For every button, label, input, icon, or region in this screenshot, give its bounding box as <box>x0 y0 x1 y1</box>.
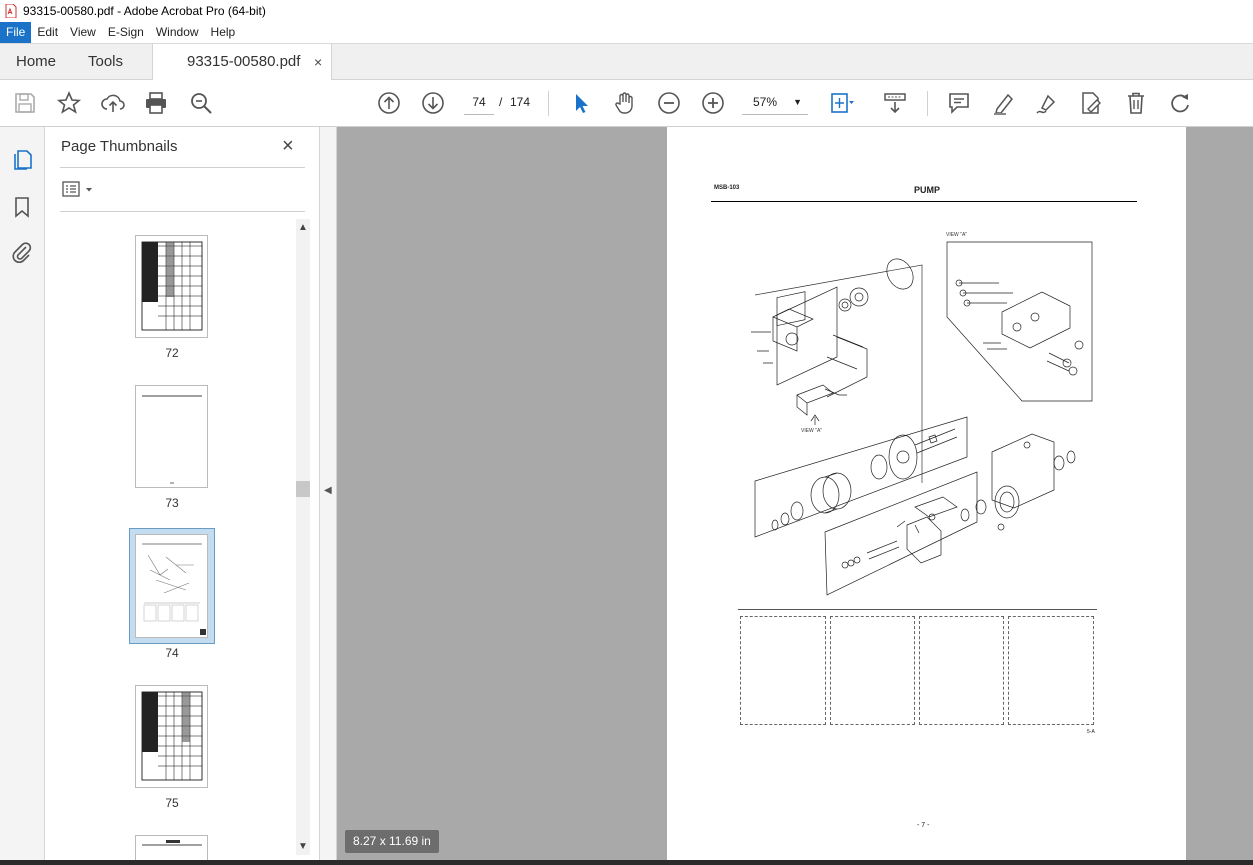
highlight-pen-icon[interactable] <box>991 90 1017 116</box>
thumbnail-label: 75 <box>165 796 179 810</box>
pdf-page: MSB-103 PUMP VIEW "A" VIEW "A" 5-A - 7 - <box>667 127 1186 860</box>
zoom-in-icon[interactable] <box>700 90 726 116</box>
fit-page-icon[interactable] <box>828 90 854 116</box>
rotate-icon[interactable] <box>1167 90 1193 116</box>
attachment-paperclip-icon[interactable] <box>10 240 34 264</box>
scrollbar-thumb[interactable] <box>296 481 310 497</box>
tab-document-label: 93315-00580.pdf <box>187 53 301 70</box>
delete-trash-icon[interactable] <box>1123 90 1149 116</box>
thumbnail-label: 74 <box>165 646 179 660</box>
print-icon[interactable] <box>143 90 169 116</box>
zoom-out-icon[interactable] <box>656 90 682 116</box>
page-number-input[interactable]: 74 <box>464 90 494 115</box>
zoom-select[interactable]: 57% ▼ <box>742 90 808 115</box>
select-cursor-icon[interactable] <box>568 90 594 116</box>
thumbnail-label: 73 <box>165 496 179 510</box>
pdf-app-icon <box>5 3 17 19</box>
taskbar-edge <box>0 860 1253 865</box>
toolbar-divider <box>927 91 928 116</box>
tab-bar: Home Tools 93315-00580.pdf × <box>0 43 1253 81</box>
page-separator: / <box>499 95 503 109</box>
zoom-value: 57% <box>753 95 778 109</box>
tab-home[interactable]: Home <box>16 44 56 80</box>
page-thumbnails-icon[interactable] <box>10 148 34 172</box>
parts-table-cell <box>830 616 915 725</box>
parts-table-rule <box>738 609 1097 610</box>
panel-close-button[interactable]: × <box>282 135 294 158</box>
toolbar-divider <box>548 91 549 116</box>
menu-edit[interactable]: Edit <box>31 22 64 43</box>
bookmark-icon[interactable] <box>10 195 34 219</box>
menu-help[interactable]: Help <box>205 22 242 43</box>
star-icon[interactable] <box>56 90 82 116</box>
thumbnail-label: 72 <box>165 346 179 360</box>
comment-icon[interactable] <box>946 90 972 116</box>
thumbnail-page-75[interactable] <box>135 685 208 788</box>
thumbnail-page-73[interactable] <box>135 385 208 488</box>
thumbnail-options-menu[interactable] <box>62 180 98 200</box>
parts-table-cell <box>1008 616 1094 725</box>
page-total: 174 <box>510 95 531 109</box>
edit-pdf-icon[interactable] <box>1078 90 1104 116</box>
scroll-mode-icon[interactable] <box>882 90 908 116</box>
menu-window[interactable]: Window <box>150 22 205 43</box>
parts-table-cell <box>919 616 1004 725</box>
menu-esign[interactable]: E-Sign <box>102 22 150 43</box>
sign-pen-icon[interactable] <box>1034 90 1060 116</box>
thumbnail-page-partial[interactable] <box>135 835 208 860</box>
previous-page-icon[interactable] <box>376 90 402 116</box>
exploded-pump-diagram: VIEW "A" VIEW "A" <box>751 232 1093 596</box>
menu-view[interactable]: View <box>64 22 102 43</box>
collapse-arrow-icon: ◀ <box>324 485 332 496</box>
view-a-label-bottom: VIEW "A" <box>801 428 822 434</box>
window-title: 93315-00580.pdf - Adobe Acrobat Pro (64-… <box>23 4 266 18</box>
save-icon[interactable] <box>12 90 38 116</box>
panel-title: Page Thumbnails <box>61 138 178 155</box>
thumbnail-scrollbar[interactable]: ▲ ▼ <box>296 219 310 855</box>
thumbnails-panel: Page Thumbnails × 72 73 74 75 ▲ ▼ <box>45 127 320 860</box>
panel-collapse-handle[interactable]: ◀ <box>320 127 337 860</box>
thumbnail-page-74[interactable] <box>135 534 208 638</box>
parts-table-cell <box>740 616 826 725</box>
divider <box>60 211 305 212</box>
thumbnail-page-72[interactable] <box>135 235 208 338</box>
divider <box>60 167 305 168</box>
view-a-label-top: VIEW "A" <box>946 232 967 238</box>
hand-tool-icon[interactable] <box>612 90 638 116</box>
menu-bar: File Edit View E-Sign Window Help <box>0 22 1253 43</box>
menu-file[interactable]: File <box>0 22 32 43</box>
upload-cloud-icon[interactable] <box>100 90 126 116</box>
tab-tools[interactable]: Tools <box>88 44 123 80</box>
next-page-icon[interactable] <box>420 90 446 116</box>
scroll-up-icon[interactable]: ▲ <box>298 222 308 233</box>
left-rail <box>0 127 45 860</box>
page-reference: 5-A <box>1087 729 1095 735</box>
title-bar: 93315-00580.pdf - Adobe Acrobat Pro (64-… <box>0 0 1253 22</box>
tab-close-button[interactable]: × <box>314 44 322 80</box>
scroll-down-icon[interactable]: ▼ <box>298 841 308 852</box>
zoom-search-icon[interactable] <box>188 90 214 116</box>
page-footer-number: - 7 - <box>917 822 930 829</box>
main-toolbar: 74 / 174 57% ▼ <box>0 80 1253 127</box>
tab-document[interactable]: 93315-00580.pdf × <box>152 44 332 81</box>
document-viewport[interactable]: MSB-103 PUMP VIEW "A" VIEW "A" 5-A - 7 -… <box>337 127 1253 860</box>
chevron-down-icon: ▼ <box>793 97 802 107</box>
page-size-indicator: 8.27 x 11.69 in <box>345 830 439 853</box>
